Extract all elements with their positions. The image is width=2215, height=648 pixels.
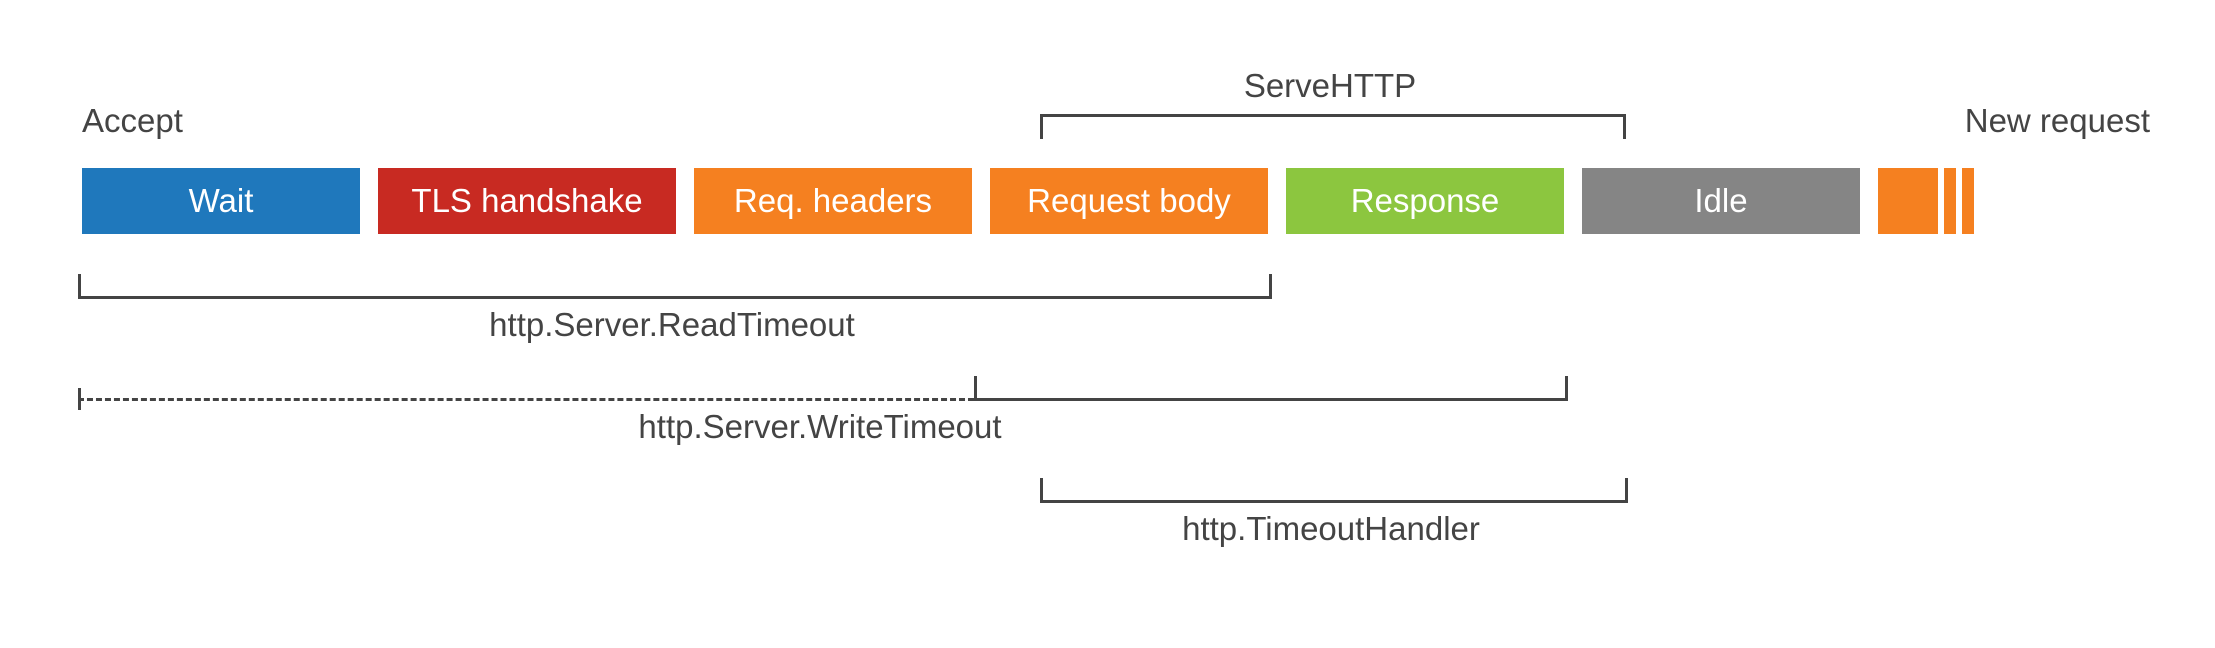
phase-req-headers: Req. headers: [694, 168, 972, 234]
serve-http-bracket: [1040, 114, 1626, 139]
write-timeout-bracket: [974, 376, 1568, 401]
write-timeout-label: http.Server.WriteTimeout: [78, 408, 1562, 446]
accept-label: Accept: [82, 102, 183, 140]
phase-response: Response: [1286, 168, 1564, 234]
phase-slice: [1878, 168, 1938, 234]
serve-http-label: ServeHTTP: [1035, 67, 1625, 105]
timeout-handler-label: http.TimeoutHandler: [1040, 510, 1622, 548]
phase-slice: [1944, 168, 1956, 234]
new-request-label: New request: [1965, 102, 2150, 140]
phase-slice: [1962, 168, 1974, 234]
phase-req-body: Request body: [990, 168, 1268, 234]
write-timeout-dashed: [78, 398, 974, 404]
phase-idle: Idle: [1582, 168, 1860, 234]
read-timeout-label: http.Server.ReadTimeout: [78, 306, 1266, 344]
timeout-handler-bracket: [1040, 478, 1628, 503]
phase-tls: TLS handshake: [378, 168, 676, 234]
timeout-diagram: Accept New request ServeHTTP Wait TLS ha…: [0, 0, 2215, 648]
read-timeout-bracket: [78, 274, 1272, 299]
write-timeout-left-tick: [78, 388, 81, 410]
phase-row: Wait TLS handshake Req. headers Request …: [82, 168, 1974, 234]
phase-new-request-slices: [1878, 168, 1974, 234]
phase-wait: Wait: [82, 168, 360, 234]
